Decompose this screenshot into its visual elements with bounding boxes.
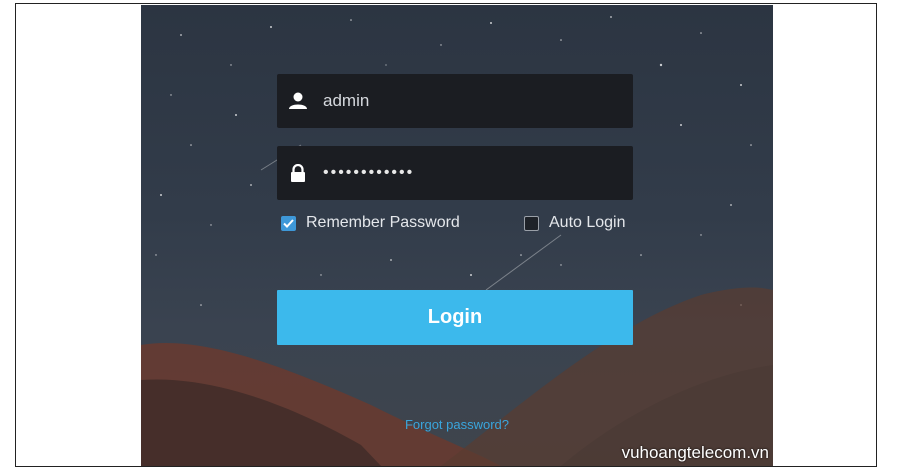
auto-login-label: Auto Login <box>549 214 626 231</box>
checkmark-icon <box>283 218 294 228</box>
remember-password-option[interactable]: Remember Password <box>281 214 460 232</box>
auto-login-option[interactable]: Auto Login <box>524 214 626 232</box>
user-icon <box>287 90 309 112</box>
login-screen: •••••••••••• Remember Password Auto Logi… <box>141 5 773 466</box>
remember-password-checkbox[interactable] <box>281 215 296 231</box>
auto-login-checkbox[interactable] <box>524 215 539 231</box>
password-field[interactable]: •••••••••••• <box>277 146 633 200</box>
login-button[interactable]: Login <box>277 290 633 345</box>
forgot-password-link[interactable]: Forgot password? <box>141 417 773 432</box>
watermark-text: vuhoangtelecom.vn <box>621 443 769 462</box>
password-input[interactable]: •••••••••••• <box>323 164 603 182</box>
lock-icon <box>287 162 309 184</box>
remember-password-label: Remember Password <box>306 214 460 231</box>
username-input[interactable] <box>323 91 603 111</box>
username-field[interactable] <box>277 74 633 128</box>
